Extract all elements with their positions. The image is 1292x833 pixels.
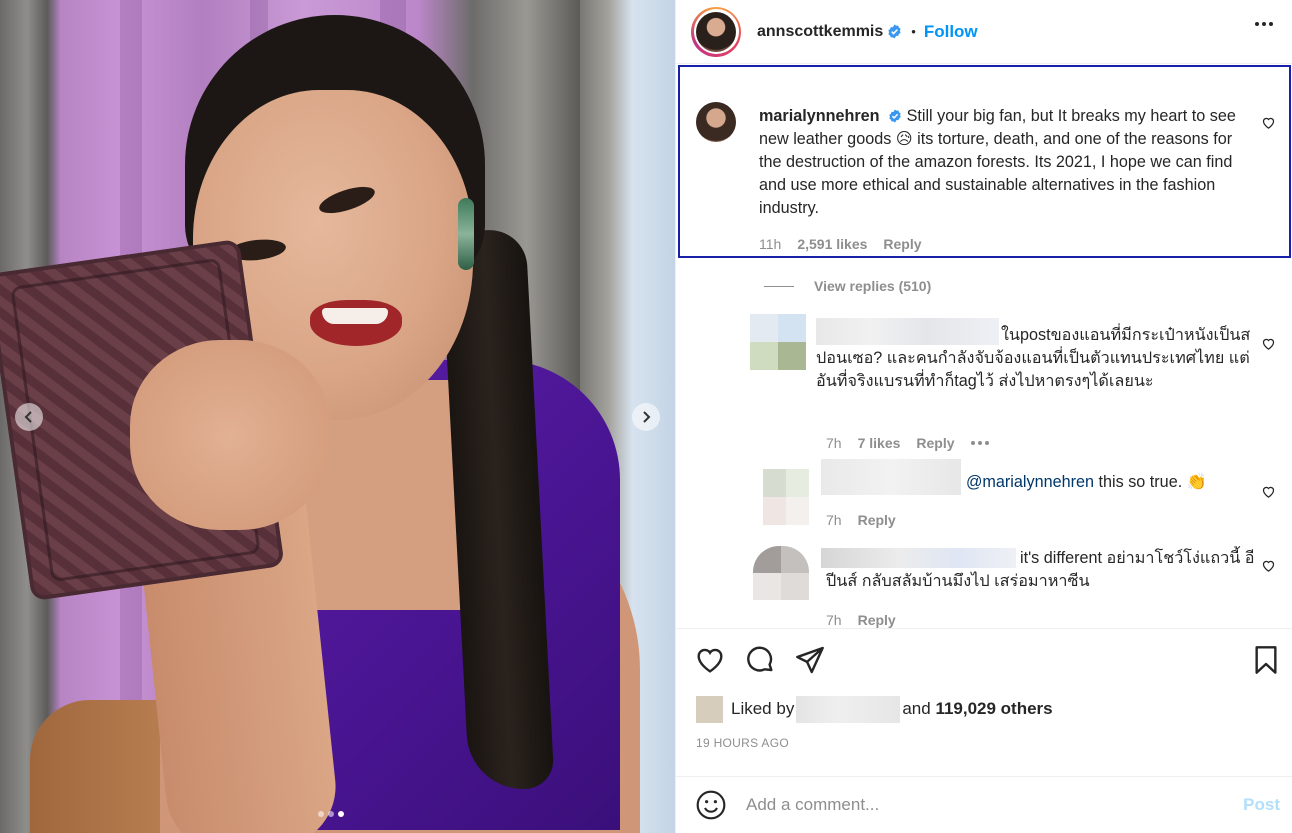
comment-time: 11h xyxy=(759,236,782,252)
reply-meta: 7h 7 likes Reply xyxy=(826,435,989,451)
reply-meta: 7h Reply xyxy=(826,512,896,528)
reply-time: 7h xyxy=(826,512,842,528)
reply-time: 7h xyxy=(826,612,842,628)
comment-input[interactable]: Add a comment... xyxy=(746,795,1243,815)
reply-text: ในpostของแอนที่มีกระเป๋าหนังเป็นสปอนเซอ?… xyxy=(816,326,1251,390)
reply-item: ในpostของแอนที่มีกระเป๋าหนังเป็นสปอนเซอ?… xyxy=(676,314,1292,464)
reply-button[interactable]: Reply xyxy=(883,236,921,252)
post-side-panel: annscottkemmis • Follow marialynnehren S… xyxy=(675,0,1292,833)
reply-button[interactable]: Reply xyxy=(916,435,954,451)
heart-icon[interactable] xyxy=(1261,115,1276,130)
mention-link[interactable]: @marialynnehren xyxy=(966,473,1094,491)
redacted-username xyxy=(821,459,961,495)
post-photo xyxy=(0,0,675,833)
comment-icon[interactable] xyxy=(744,644,776,676)
reply-text: @marialynnehren this so true. 👏 xyxy=(966,471,1246,494)
share-icon[interactable] xyxy=(794,644,826,676)
comment-meta: 11h 2,591 likes Reply xyxy=(759,236,922,252)
comment-likes[interactable]: 2,591 likes xyxy=(797,236,867,252)
earring xyxy=(458,198,474,270)
likes-summary: Liked by and 119,029 others xyxy=(696,694,1053,724)
view-replies-button[interactable]: View replies (510) xyxy=(764,278,931,294)
reply-meta: 7h Reply xyxy=(826,612,896,628)
reply-time: 7h xyxy=(826,435,842,451)
chevron-right-icon xyxy=(643,411,651,423)
post-comment-button[interactable]: Post xyxy=(1243,795,1280,815)
comment-composer: Add a comment... Post xyxy=(676,776,1292,833)
comment-body: marialynnehren Still your big fan, but I… xyxy=(759,105,1254,220)
redacted-liker xyxy=(796,695,901,723)
heart-icon[interactable] xyxy=(1261,336,1276,351)
separator-dot: • xyxy=(911,24,916,39)
liked-by-joiner: and xyxy=(902,699,931,718)
action-bar xyxy=(676,628,1292,691)
commenter-avatar[interactable] xyxy=(696,102,736,142)
redacted-avatar xyxy=(763,469,809,525)
post-timestamp: 19 HOURS AGO xyxy=(696,736,789,750)
reply-item: it's different อย่ามาโชว์โง่แถวนี้ อีปีน… xyxy=(676,544,1292,628)
hand xyxy=(130,340,330,530)
more-icon[interactable] xyxy=(1255,22,1273,26)
verified-icon xyxy=(889,109,901,123)
liker-avatar[interactable] xyxy=(696,695,723,723)
more-icon[interactable] xyxy=(970,441,989,445)
verified-icon xyxy=(888,24,901,39)
author-username[interactable]: annscottkemmis xyxy=(757,23,883,41)
carousel-dot xyxy=(328,811,334,817)
emoji-icon[interactable] xyxy=(695,789,727,821)
reply-likes[interactable]: 7 likes xyxy=(858,435,901,451)
comment-username[interactable]: marialynnehren xyxy=(759,107,880,125)
reply-text: it's different อย่ามาโชว์โง่แถวนี้ อีปีน… xyxy=(826,549,1255,590)
carousel-dot xyxy=(318,811,324,817)
teeth xyxy=(322,308,388,324)
post-header: annscottkemmis • Follow xyxy=(676,0,1292,63)
likes-count[interactable]: 119,029 others xyxy=(935,699,1052,719)
reply-item: @marialynnehren this so true. 👏 7h Reply xyxy=(676,459,1292,537)
liked-by-prefix: Liked by xyxy=(731,699,795,718)
author-avatar[interactable] xyxy=(691,6,741,57)
bookmark-icon[interactable] xyxy=(1250,644,1282,676)
comments-list: marialynnehren Still your big fan, but I… xyxy=(676,63,1292,628)
carousel-prev-button[interactable] xyxy=(15,403,43,431)
heart-icon[interactable] xyxy=(694,644,726,676)
reply-button[interactable]: Reply xyxy=(858,612,896,628)
view-replies-label: View replies (510) xyxy=(814,278,932,294)
carousel-dot-active xyxy=(338,811,344,817)
carousel-indicator xyxy=(318,811,344,817)
reply-button[interactable]: Reply xyxy=(858,512,896,528)
heart-icon[interactable] xyxy=(1261,484,1276,499)
follow-button[interactable]: Follow xyxy=(924,22,978,42)
redacted-avatar xyxy=(750,314,806,370)
heart-icon[interactable] xyxy=(1261,558,1276,573)
comment-item: marialynnehren Still your big fan, but I… xyxy=(676,64,1292,264)
carousel-next-button[interactable] xyxy=(632,403,660,431)
reply-text-body: this so true. 👏 xyxy=(1098,473,1207,491)
chevron-left-icon xyxy=(24,411,32,423)
redacted-avatar xyxy=(753,546,809,600)
